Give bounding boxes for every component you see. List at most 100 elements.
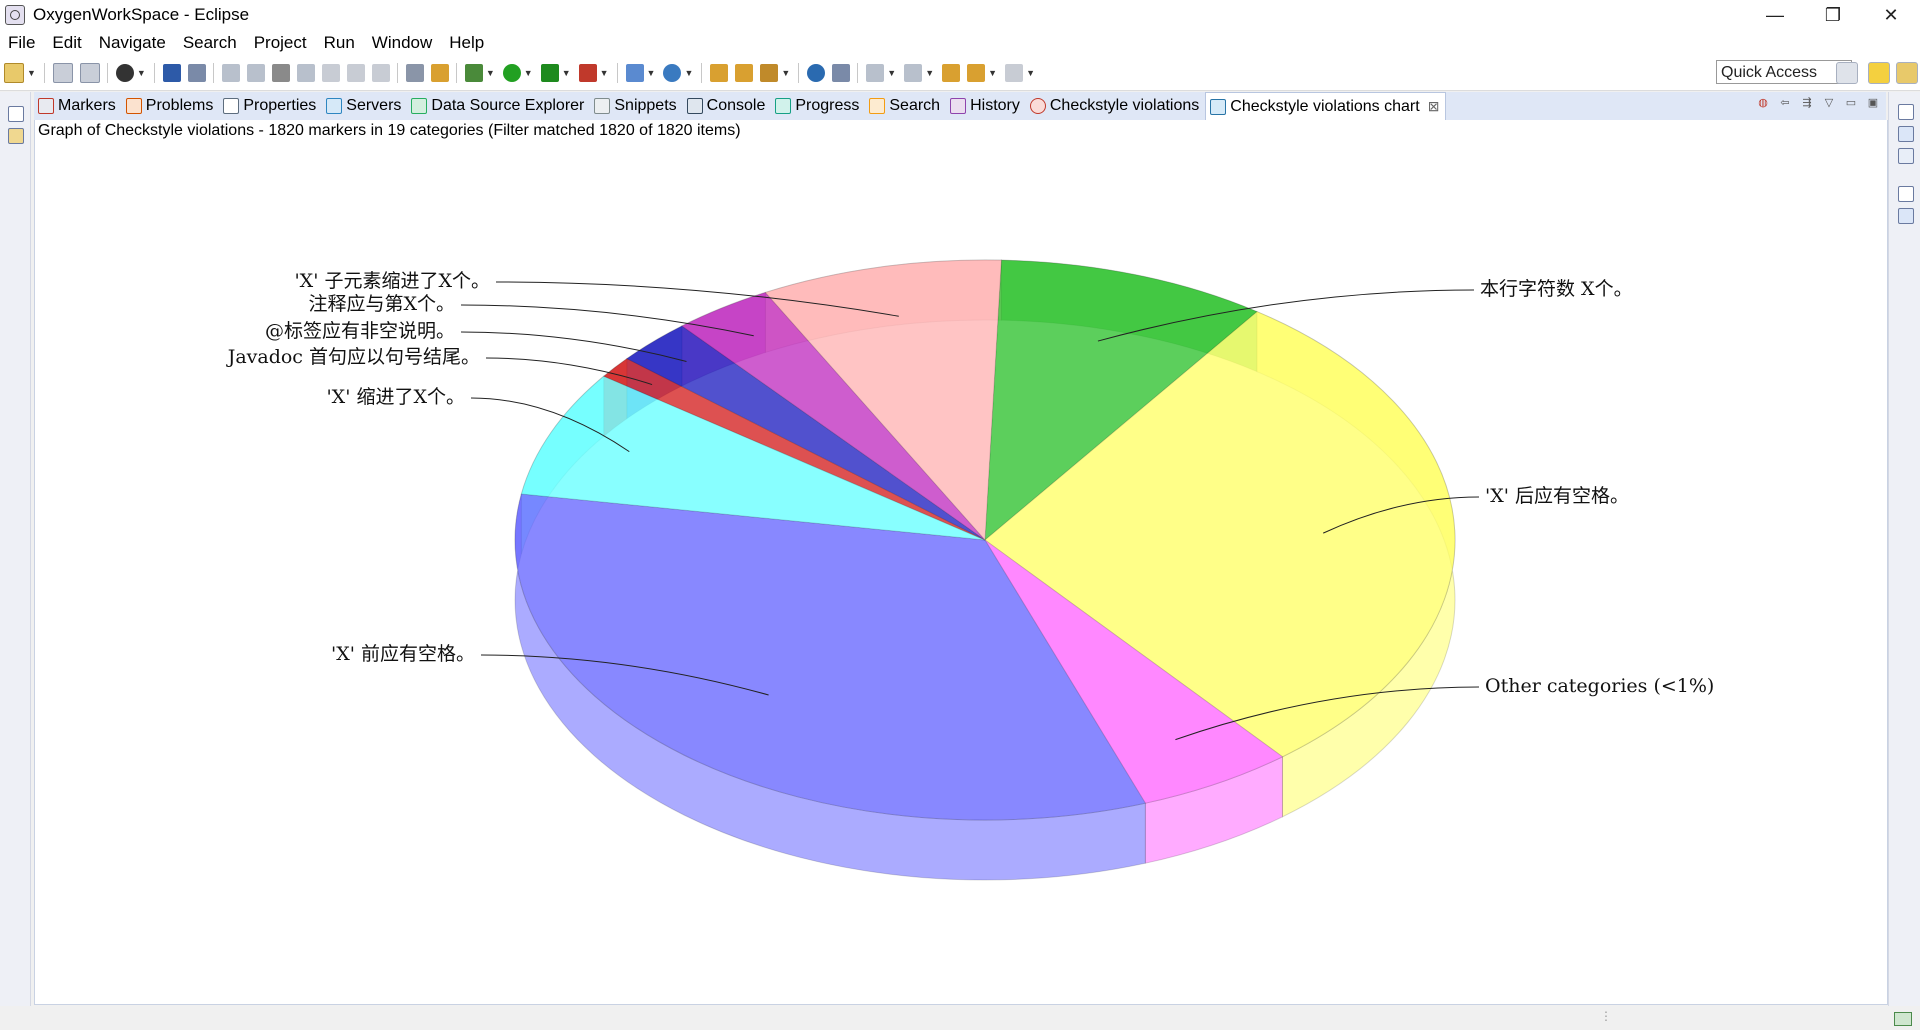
- step-over-icon[interactable]: [346, 64, 365, 82]
- tab-search[interactable]: Search: [865, 92, 946, 120]
- pin-editor-icon[interactable]: [832, 64, 851, 82]
- restore-left-icon[interactable]: [8, 106, 24, 122]
- menu-edit[interactable]: Edit: [44, 33, 90, 53]
- chart-options-icon[interactable]: ⇶: [1800, 96, 1814, 110]
- run-dropdown-icon[interactable]: ▼: [524, 68, 533, 78]
- next-annotation-dropdown-icon[interactable]: ▼: [887, 68, 896, 78]
- quick-access-input[interactable]: Quick Access: [1716, 60, 1852, 84]
- minimize-view-icon[interactable]: ▭: [1844, 96, 1858, 110]
- tab-properties[interactable]: Properties: [219, 92, 322, 120]
- java-perspective-icon[interactable]: [1896, 62, 1918, 84]
- annotation-dropdown-icon[interactable]: ▼: [781, 68, 790, 78]
- tab-history[interactable]: History: [946, 92, 1026, 120]
- restore-right-icon[interactable]: [1898, 104, 1914, 120]
- step-return-icon[interactable]: [371, 64, 390, 82]
- coverage-icon[interactable]: [540, 64, 559, 82]
- tab-label: Search: [889, 97, 941, 114]
- progress-icon: [775, 98, 792, 114]
- new-dropdown-icon[interactable]: ▼: [27, 68, 36, 78]
- tab-problems[interactable]: Problems: [122, 92, 220, 120]
- terminal-icon[interactable]: [162, 64, 181, 82]
- coverage-dropdown-icon[interactable]: ▼: [562, 68, 571, 78]
- external-tools-dropdown-icon[interactable]: ▼: [600, 68, 609, 78]
- tab-label: Problems: [145, 97, 214, 114]
- tab-markers[interactable]: Markers: [34, 92, 122, 120]
- tab-snippets[interactable]: Snippets: [590, 92, 682, 120]
- use-step-filters-icon[interactable]: [405, 64, 424, 82]
- minimize-button[interactable]: —: [1746, 0, 1804, 30]
- toolbar-separator: [43, 63, 45, 83]
- menu-run[interactable]: Run: [316, 33, 364, 53]
- profile-icon[interactable]: [115, 64, 134, 82]
- open-type-icon[interactable]: [710, 64, 729, 82]
- profile-dropdown-icon[interactable]: ▼: [137, 68, 146, 78]
- new-package-icon[interactable]: [663, 64, 682, 82]
- last-edit-location-icon[interactable]: [942, 64, 961, 82]
- new-server-icon[interactable]: [625, 64, 644, 82]
- step-into-icon[interactable]: [321, 64, 340, 82]
- skip-breakpoints-icon[interactable]: [187, 64, 206, 82]
- external-tools-icon[interactable]: [578, 64, 597, 82]
- open-perspective-icon[interactable]: [1836, 62, 1858, 84]
- tab-checkstyle-violations-chart[interactable]: Checkstyle violations chart ⊠: [1205, 92, 1447, 120]
- previous-annotation-dropdown-icon[interactable]: ▼: [925, 68, 934, 78]
- search-icon: [869, 98, 886, 114]
- previous-annotation-icon[interactable]: [904, 64, 923, 82]
- tab-label: Markers: [58, 97, 116, 114]
- palette-icon[interactable]: [1898, 208, 1914, 224]
- slice-label: 'X' 子元素缩进了X个。: [294, 270, 490, 292]
- restore-button[interactable]: ❐: [1804, 0, 1862, 30]
- open-task-icon[interactable]: [735, 64, 754, 82]
- menu-help[interactable]: Help: [441, 33, 493, 53]
- status-trim-icon[interactable]: [1894, 1012, 1912, 1026]
- drop-to-frame-icon[interactable]: [430, 64, 449, 82]
- forward-icon[interactable]: [1005, 64, 1024, 82]
- close-tab-icon[interactable]: ⊠: [1428, 98, 1440, 115]
- new-icon[interactable]: [4, 63, 24, 83]
- close-button[interactable]: ✕: [1862, 0, 1920, 30]
- outline-icon[interactable]: [1898, 126, 1914, 142]
- slice-label: 注释应与第X个。: [308, 293, 455, 315]
- slice-label: 'X' 缩进了X个。: [326, 386, 465, 408]
- view-menu-icon[interactable]: ▽: [1822, 96, 1836, 110]
- forward-dropdown-icon[interactable]: ▼: [1026, 68, 1035, 78]
- save-all-icon[interactable]: [79, 63, 100, 83]
- menu-window[interactable]: Window: [364, 33, 441, 53]
- slice-label: Javadoc 首句应以句号结尾。: [226, 346, 480, 368]
- menu-search[interactable]: Search: [175, 33, 246, 53]
- new-package-dropdown-icon[interactable]: ▼: [684, 68, 693, 78]
- new-server-dropdown-icon[interactable]: ▼: [647, 68, 656, 78]
- next-annotation-icon[interactable]: [866, 64, 885, 82]
- save-icon[interactable]: [52, 63, 73, 83]
- tab-progress[interactable]: Progress: [771, 92, 865, 120]
- resume-icon[interactable]: [221, 64, 240, 82]
- menu-navigate[interactable]: Navigate: [91, 33, 175, 53]
- debug-dropdown-icon[interactable]: ▼: [486, 68, 495, 78]
- tab-label: Progress: [795, 97, 860, 114]
- restore-right-lower-icon[interactable]: [1898, 186, 1914, 202]
- back-icon[interactable]: [967, 64, 986, 82]
- toolbar-separator: [455, 63, 457, 83]
- task-list-icon[interactable]: [1898, 148, 1914, 164]
- run-icon[interactable]: [502, 64, 521, 82]
- tab-checkstyle-violations[interactable]: Checkstyle violations: [1026, 92, 1205, 120]
- menu-file[interactable]: File: [0, 33, 44, 53]
- terminate-icon[interactable]: [271, 64, 290, 82]
- debug-icon[interactable]: [464, 64, 483, 82]
- tab-data-source-explorer[interactable]: Data Source Explorer: [407, 92, 590, 120]
- java-ee-perspective-icon[interactable]: [1868, 62, 1890, 84]
- package-explorer-icon[interactable]: [8, 128, 24, 144]
- suspend-icon[interactable]: [246, 64, 265, 82]
- disconnect-icon[interactable]: [296, 64, 315, 82]
- menu-project[interactable]: Project: [246, 33, 316, 53]
- window-controls: — ❐ ✕: [1746, 0, 1920, 30]
- annotation-icon[interactable]: [760, 64, 779, 82]
- web-browser-icon[interactable]: [807, 64, 826, 82]
- configure-filters-icon[interactable]: ◍: [1756, 96, 1770, 110]
- maximize-view-icon[interactable]: ▣: [1866, 96, 1880, 110]
- go-back-icon[interactable]: ⇦: [1778, 96, 1792, 110]
- tab-servers[interactable]: Servers: [322, 92, 407, 120]
- back-dropdown-icon[interactable]: ▼: [988, 68, 997, 78]
- menu-bar: File Edit Navigate Search Project Run Wi…: [0, 30, 1920, 56]
- tab-console[interactable]: Console: [683, 92, 772, 120]
